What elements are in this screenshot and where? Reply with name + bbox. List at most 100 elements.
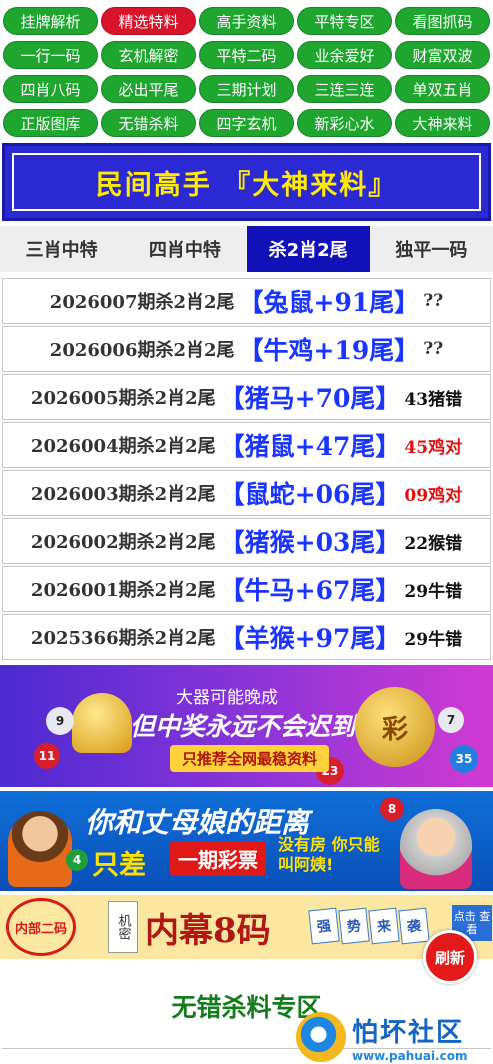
- nav-pill[interactable]: 挂牌解析: [3, 7, 98, 35]
- row-period: 2026002期杀2肖2尾: [30, 532, 216, 553]
- nav-pill[interactable]: 高手资料: [199, 7, 294, 35]
- row-pick: 【牛鸡+19尾】: [238, 336, 420, 365]
- nav-pill[interactable]: 平特二码: [199, 41, 294, 69]
- row-period: 2026004期杀2肖2尾: [30, 436, 216, 457]
- prediction-row: 2025366期杀2肖2尾 【羊猴+97尾】 29牛错: [2, 614, 491, 660]
- category-nav: 挂牌解析 精选特料 高手资料 平特专区 看图抓码一行一码 玄机解密 平特二码 业余爱好 财富双波…: [0, 0, 493, 144]
- watermark-text: 怕坏社区 www.pahuai.com: [352, 1012, 467, 1063]
- trophy-icon: [72, 693, 132, 753]
- row-pick: 【猪鼠+47尾】: [219, 432, 401, 461]
- prediction-list: 2026007期杀2肖2尾 【兔鼠+91尾】?? 2026006期杀2肖2尾 【牛鸡+…: [2, 278, 491, 662]
- row-result: 09鸡对: [404, 485, 463, 506]
- nav-pill[interactable]: 财富双波: [395, 41, 490, 69]
- nav-pill[interactable]: 四肖八码: [3, 75, 98, 103]
- row-result: ??: [423, 291, 444, 311]
- site-watermark: 怕坏社区 www.pahuai.com: [296, 1010, 493, 1064]
- nav-pill[interactable]: 一行一码: [3, 41, 98, 69]
- row-period: 2026006期杀2肖2尾: [49, 340, 235, 361]
- tab-bar: 三肖中特 四肖中特 杀2肖2尾 独平一码: [0, 226, 493, 272]
- row-period: 2025366期杀2肖2尾: [30, 628, 216, 649]
- nav-pill[interactable]: 平特专区: [297, 7, 392, 35]
- tab-1[interactable]: 四肖中特: [123, 226, 246, 272]
- tab-0[interactable]: 三肖中特: [0, 226, 123, 272]
- row-period: 2026001期杀2肖2尾: [30, 580, 216, 601]
- row-result: 29牛错: [404, 629, 463, 650]
- section-banner: 民间高手 『大神来料』: [2, 143, 491, 221]
- site-logo-icon: [296, 1012, 346, 1062]
- row-pick: 【羊猴+97尾】: [219, 624, 401, 653]
- nav-pill[interactable]: 正版图库: [3, 109, 98, 137]
- lottery-ball-icon: 11: [34, 743, 60, 769]
- ad3-title: 内幕8码: [145, 911, 271, 951]
- row-result: 45鸡对: [404, 437, 463, 458]
- ad1-line2: 但中奖永远不会迟到: [130, 712, 356, 741]
- nav-pill[interactable]: 精选特料: [101, 7, 196, 35]
- prediction-row: 2026001期杀2肖2尾 【牛马+67尾】 29牛错: [2, 566, 491, 612]
- nav-pill[interactable]: 业余爱好: [297, 41, 392, 69]
- prediction-row: 2026004期杀2肖2尾 【猪鼠+47尾】 45鸡对: [2, 422, 491, 468]
- strong-tile: 来: [368, 907, 400, 945]
- row-pick: 【猪马+70尾】: [219, 384, 401, 413]
- banner-title: 民间高手 『大神来料』: [95, 169, 398, 201]
- ad1-line1: 大器可能晚成: [176, 688, 278, 708]
- row-result: 22猴错: [404, 533, 463, 554]
- row-pick: 【兔鼠+91尾】: [238, 288, 420, 317]
- row-pick: 【牛马+67尾】: [219, 576, 401, 605]
- lottery-ball-icon: 8: [380, 797, 404, 821]
- lottery-ball-icon: 9: [46, 707, 74, 735]
- seal-stamp: 内部二码: [6, 898, 76, 956]
- row-period: 2026003期杀2肖2尾: [30, 484, 216, 505]
- nav-pill[interactable]: 无错杀料: [101, 109, 196, 137]
- row-result: 43猪错: [404, 389, 463, 410]
- watermark-name: 怕坏社区: [352, 1017, 465, 1048]
- coin-icon: 彩: [355, 687, 435, 767]
- ad3-strong-tiles: 强势来袭: [308, 907, 430, 945]
- nav-pill[interactable]: 玄机解密: [101, 41, 196, 69]
- banner-frame: 民间高手 『大神来料』: [12, 153, 481, 211]
- tab-2[interactable]: 杀2肖2尾: [246, 226, 370, 272]
- lottery-ball-icon: 4: [66, 849, 88, 871]
- row-result: 29牛错: [404, 581, 463, 602]
- strong-tile: 袭: [398, 907, 430, 945]
- prediction-row: 2026005期杀2肖2尾 【猪马+70尾】 43猪错: [2, 374, 491, 420]
- nav-pill[interactable]: 大神来料: [395, 109, 490, 137]
- row-result: ??: [423, 339, 444, 359]
- prediction-row: 2026006期杀2肖2尾 【牛鸡+19尾】??: [2, 326, 491, 372]
- secret-tag-label: 机密: [115, 914, 131, 940]
- lottery-ball-icon: 7: [438, 707, 464, 733]
- watermark-url: www.pahuai.com: [352, 1048, 468, 1063]
- granny-illustration: [400, 809, 472, 889]
- prediction-row: 2026007期杀2肖2尾 【兔鼠+91尾】??: [2, 278, 491, 324]
- coin-label: 彩: [381, 714, 408, 745]
- seal-label: 内部二码: [14, 921, 67, 937]
- ad-banner-late-win[interactable]: 9 11 23 7 35 大器可能晚成 但中奖永远不会迟到 只推荐全网最稳资料 …: [0, 665, 493, 787]
- ad1-line3: 只推荐全网最稳资料: [170, 745, 330, 772]
- row-pick: 【鼠蛇+06尾】: [219, 480, 401, 509]
- nav-pill[interactable]: 新彩心水: [297, 109, 392, 137]
- refresh-button[interactable]: 刷新: [423, 930, 477, 984]
- ad-banner-mother-in-law[interactable]: 8 4 你和丈母娘的距离 只差 一期彩票 没有房 你只能叫阿姨!: [0, 791, 493, 891]
- nav-pill[interactable]: 三连三连: [297, 75, 392, 103]
- row-pick: 【猪猴+03尾】: [219, 528, 401, 557]
- nav-pill[interactable]: 必出平尾: [101, 75, 196, 103]
- tab-3[interactable]: 独平一码: [370, 226, 493, 272]
- ad-banner-inside-8-codes[interactable]: 内部二码 机密 内幕8码 强势来袭 点击 查看: [0, 895, 493, 959]
- secret-tag: 机密: [108, 901, 138, 953]
- refresh-label: 刷新: [434, 948, 465, 967]
- row-period: 2026005期杀2肖2尾: [30, 388, 216, 409]
- nav-pill[interactable]: 三期计划: [199, 75, 294, 103]
- ad2-line2: 只差: [92, 850, 146, 881]
- nav-pill[interactable]: 四字玄机: [199, 109, 294, 137]
- strong-tile: 强: [308, 907, 340, 945]
- lottery-ball-icon: 35: [450, 745, 478, 773]
- ad2-badge: 一期彩票: [170, 841, 266, 876]
- strong-tile: 势: [338, 907, 370, 945]
- ad2-line1: 你和丈母娘的距离: [85, 806, 310, 839]
- ad2-line3: 没有房 你只能叫阿姨!: [278, 835, 380, 874]
- man-illustration: [8, 811, 72, 887]
- row-period: 2026007期杀2肖2尾: [49, 292, 235, 313]
- prediction-row: 2026002期杀2肖2尾 【猪猴+03尾】 22猴错: [2, 518, 491, 564]
- nav-pill[interactable]: 单双五肖: [395, 75, 490, 103]
- nav-pill[interactable]: 看图抓码: [395, 7, 490, 35]
- prediction-row: 2026003期杀2肖2尾 【鼠蛇+06尾】 09鸡对: [2, 470, 491, 516]
